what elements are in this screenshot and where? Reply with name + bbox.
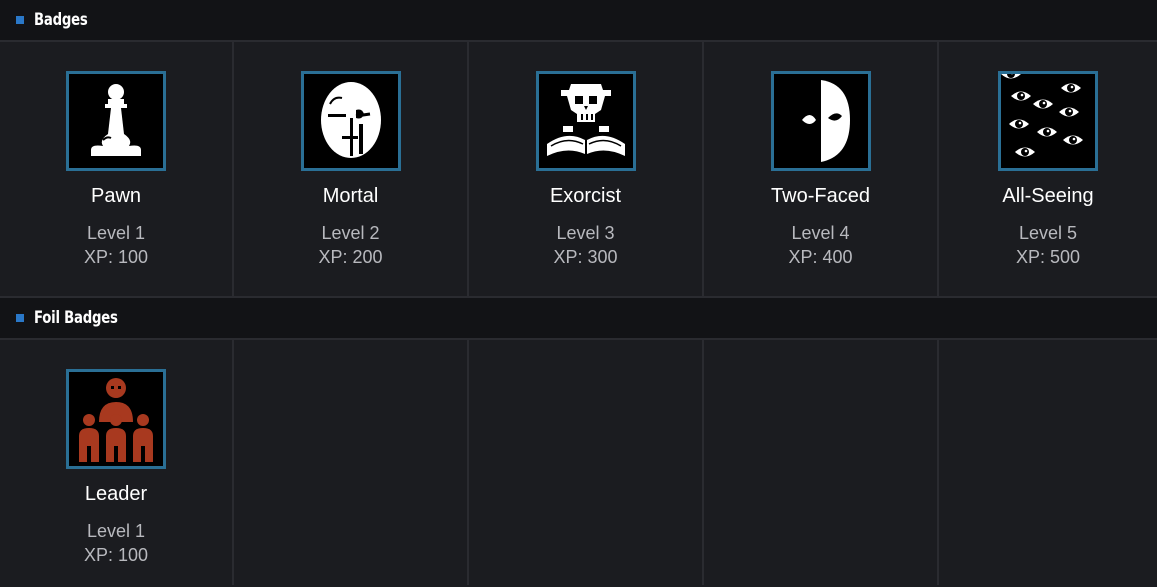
badge-level: Level 2 bbox=[321, 223, 380, 243]
badge-name: Leader bbox=[84, 483, 148, 505]
badge-xp: XP: 100 bbox=[83, 247, 149, 267]
badge-xp: XP: 500 bbox=[1015, 247, 1081, 267]
skull-book-icon bbox=[535, 71, 636, 171]
badge-name: All-Seeing bbox=[1002, 185, 1094, 207]
empty-badge-slot bbox=[469, 340, 704, 585]
many-eyes-icon bbox=[998, 71, 1098, 171]
section-title: Badges bbox=[34, 10, 88, 30]
badge-card-all-seeing[interactable]: All-Seeing Level 5 XP: 500 bbox=[939, 42, 1157, 296]
pawn-icon bbox=[66, 71, 166, 171]
badge-level: Level 3 bbox=[556, 223, 615, 243]
badge-xp: XP: 200 bbox=[318, 247, 383, 267]
badges-section-header: Badges bbox=[0, 0, 1157, 42]
badge-name: Pawn bbox=[90, 185, 142, 207]
badge-card-exorcist[interactable]: Exorcist Level 3 XP: 300 bbox=[469, 42, 704, 296]
badge-level: Level 4 bbox=[791, 223, 850, 243]
empty-badge-slot bbox=[704, 340, 939, 585]
badge-card-mortal[interactable]: Mortal Level 2 XP: 200 bbox=[234, 42, 469, 296]
section-marker bbox=[16, 16, 24, 24]
badge-xp: XP: 100 bbox=[83, 545, 149, 565]
badge-name: Exorcist bbox=[549, 185, 622, 207]
badge-xp: XP: 400 bbox=[788, 247, 853, 267]
badge-card-leader[interactable]: Leader Level 1 XP: 100 bbox=[0, 340, 234, 585]
badge-card-pawn[interactable]: Pawn Level 1 XP: 100 bbox=[0, 42, 234, 296]
badge-xp: XP: 300 bbox=[553, 247, 618, 267]
half-mask-icon bbox=[770, 71, 871, 171]
badge-level: Level 1 bbox=[86, 521, 146, 541]
mask-icon bbox=[300, 71, 401, 171]
foil-badges-grid: Leader Level 1 XP: 100 bbox=[0, 340, 1157, 585]
empty-badge-slot bbox=[939, 340, 1157, 585]
badge-name: Two-Faced bbox=[771, 185, 870, 207]
badge-level: Level 5 bbox=[1018, 223, 1078, 243]
badge-card-two-faced[interactable]: Two-Faced Level 4 XP: 400 bbox=[704, 42, 939, 296]
section-marker bbox=[16, 314, 24, 322]
section-title: Foil Badges bbox=[34, 308, 118, 328]
empty-badge-slot bbox=[234, 340, 469, 585]
badge-level: Level 1 bbox=[86, 223, 146, 243]
crowd-leader-icon bbox=[66, 369, 166, 469]
foil-badges-section-header: Foil Badges bbox=[0, 298, 1157, 340]
badge-name: Mortal bbox=[322, 185, 379, 207]
badges-grid: Pawn Level 1 XP: 100 Mortal Level 2 XP: … bbox=[0, 42, 1157, 298]
